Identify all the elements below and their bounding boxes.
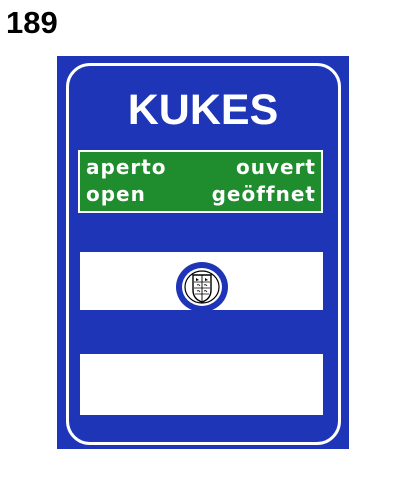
road-sign: KUKES aperto ouvert open geöffnet (57, 56, 349, 449)
coat-of-arms-icon (176, 262, 228, 312)
status-label-french: ouvert (235, 155, 316, 179)
blank-strip (80, 354, 323, 415)
sign-number: 189 (6, 5, 58, 40)
status-label-german: geöffnet (211, 182, 316, 206)
status-label-italian: aperto (86, 155, 167, 179)
sign-title: KUKES (127, 86, 279, 134)
status-label-english: open (86, 182, 146, 206)
status-plate: aperto ouvert open geöffnet (78, 150, 323, 213)
